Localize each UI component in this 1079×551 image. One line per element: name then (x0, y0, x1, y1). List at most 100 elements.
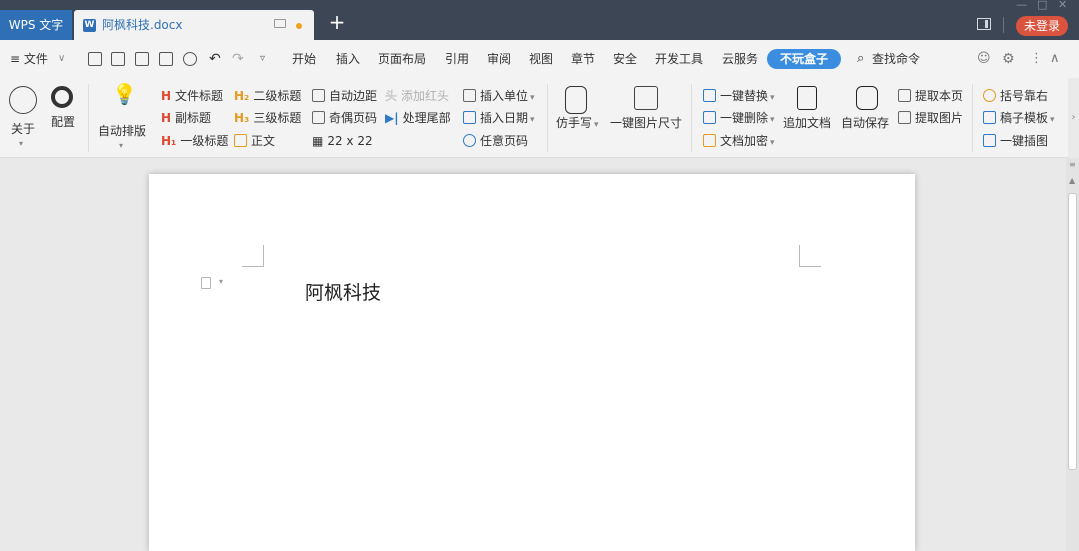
open-folder-icon[interactable] (88, 52, 102, 66)
ribbon-scroll-right-icon[interactable]: › (1068, 78, 1079, 158)
about-logo-icon[interactable] (9, 86, 37, 114)
search-command[interactable]: 查找命令 (872, 40, 920, 78)
quick-access-dropdown-icon[interactable]: ▿ (260, 40, 265, 78)
about-button[interactable]: 关于 (11, 121, 35, 137)
tab-insert[interactable]: 插入 (336, 40, 360, 78)
tab-buwan-hezi[interactable]: 不玩盒子 (767, 49, 841, 69)
add-header-button[interactable]: 头添加红头 (385, 88, 449, 104)
body-text-icon (234, 134, 247, 147)
h3-button[interactable]: H₃ 三级标题 (234, 110, 301, 126)
insert-unit-dropdown-icon: ▾ (530, 93, 535, 103)
bracket-right-button[interactable]: 括号靠右 (983, 88, 1048, 104)
document-body-text[interactable]: 阿枫科技 (305, 278, 381, 305)
vertical-scrollbar[interactable]: ≡ ▲ (1066, 158, 1079, 551)
odd-even-page-button[interactable]: 奇偶页码 (312, 110, 377, 126)
close-icon[interactable]: ✕ (1058, 0, 1067, 11)
tab-page-layout[interactable]: 页面布局 (378, 40, 426, 78)
extract-page-icon (898, 89, 911, 102)
document-tab[interactable]: W 阿枫科技.docx (74, 10, 314, 40)
extract-image-button[interactable]: 提取图片 (898, 110, 963, 126)
handwriting-icon[interactable] (565, 86, 587, 114)
minimize-icon[interactable]: — (1016, 0, 1027, 11)
tab-references[interactable]: 引用 (445, 40, 469, 78)
subtitle-button[interactable]: H 副标题 (161, 110, 211, 126)
handle-footer-button[interactable]: ▶| 处理尾部 (385, 110, 451, 126)
config-icon[interactable] (51, 86, 73, 108)
auto-save-button[interactable]: 自动保存 (841, 115, 889, 131)
doc-title-button[interactable]: H 文件标题 (161, 88, 223, 104)
any-page-num-button[interactable]: 任意页码 (463, 133, 528, 149)
export-pdf-icon[interactable] (135, 52, 149, 66)
auto-save-icon[interactable] (856, 86, 878, 110)
template-icon (983, 111, 996, 124)
imitate-handwriting-label: 仿手写 (556, 116, 593, 130)
more-options-icon[interactable]: ⋮ (1030, 40, 1043, 78)
print-icon[interactable] (159, 52, 173, 66)
tab-developer[interactable]: 开发工具 (655, 40, 703, 78)
app-tab-wps[interactable]: WPS 文字 (0, 10, 72, 40)
auto-margin-label: 自动边距 (329, 89, 378, 103)
tab-chapter[interactable]: 章节 (571, 40, 595, 78)
login-button[interactable]: 未登录 (1016, 16, 1068, 36)
one-click-replace-button[interactable]: 一键替换 ▾ (703, 88, 775, 106)
collapse-ribbon-icon[interactable]: ∧ (1050, 40, 1060, 78)
lock-icon (703, 134, 716, 147)
settings-gear-icon[interactable]: ⚙ (1002, 40, 1015, 78)
tab-review[interactable]: 审阅 (487, 40, 511, 78)
insert-unit-button[interactable]: 插入单位 ▾ (463, 88, 535, 106)
table-size-button[interactable]: ▦ 22 x 22 (312, 133, 373, 149)
file-menu[interactable]: ≡ 文件 (10, 40, 48, 78)
doc-encrypt-button[interactable]: 文档加密 ▾ (703, 133, 775, 151)
redo-icon[interactable]: ↷ (232, 40, 244, 78)
h1-label: 一级标题 (180, 134, 229, 148)
auto-layout-button[interactable]: 自动排版 (98, 123, 146, 139)
tab-security[interactable]: 安全 (613, 40, 637, 78)
table-grid-icon: ▦ (312, 134, 324, 148)
maximize-icon[interactable]: □ (1037, 0, 1047, 11)
config-button[interactable]: 配置 (51, 114, 75, 130)
search-icon[interactable]: ⌕ (857, 40, 864, 78)
save-icon[interactable] (111, 52, 125, 66)
append-doc-icon[interactable] (797, 86, 817, 110)
undo-icon[interactable]: ↶ (209, 40, 221, 78)
lightbulb-icon[interactable]: 💡 (112, 84, 137, 104)
imitate-handwriting-button[interactable]: 仿手写 ▾ (556, 115, 599, 133)
paragraph-dropdown-icon[interactable]: ▾ (219, 277, 223, 286)
body-text-button[interactable]: 正文 (234, 133, 275, 149)
margin-corner-top-right (799, 245, 821, 267)
handle-footer-label: 处理尾部 (402, 111, 451, 125)
scroll-up-icon[interactable]: ▲ (1069, 176, 1075, 185)
h1-button[interactable]: H₁ 一级标题 (161, 133, 228, 149)
layout-toggle-icon[interactable] (977, 18, 991, 30)
title-bar: WPS 文字 W 阿枫科技.docx + — □ ✕ 未登录 (0, 0, 1079, 40)
print-preview-icon[interactable] (183, 52, 197, 66)
feedback-icon[interactable]: ☺ (977, 40, 991, 78)
tab-cloud-service[interactable]: 云服务 (722, 40, 758, 78)
paragraph-handle-icon[interactable] (201, 277, 211, 289)
monitor-icon[interactable] (274, 19, 286, 28)
manuscript-template-button[interactable]: 稿子模板 ▾ (983, 110, 1055, 128)
insert-date-label: 插入日期 (480, 111, 529, 125)
append-doc-button[interactable]: 追加文档 (783, 115, 831, 131)
auto-margin-icon (312, 89, 325, 102)
about-dropdown-icon[interactable]: ▾ (19, 136, 23, 152)
insert-date-button[interactable]: 插入日期 ▾ (463, 110, 535, 128)
one-click-img-size-button[interactable]: 一键图片尺寸 (610, 115, 682, 131)
handle-footer-icon: ▶| (385, 111, 399, 125)
auto-margin-button[interactable]: 自动边距 (312, 88, 377, 104)
one-click-chart-button[interactable]: 一键插图 (983, 133, 1048, 149)
tab-view[interactable]: 视图 (529, 40, 553, 78)
auto-layout-dropdown-icon[interactable]: ▾ (119, 138, 123, 154)
image-size-icon[interactable] (634, 86, 658, 110)
h2-button[interactable]: H₂ 二级标题 (234, 88, 301, 104)
one-click-delete-button[interactable]: 一键删除 ▾ (703, 110, 775, 128)
scrollbar-thumb[interactable] (1068, 193, 1077, 470)
extract-page-button[interactable]: 提取本页 (898, 88, 963, 104)
scroll-split-icon[interactable]: ≡ (1069, 160, 1076, 169)
document-page[interactable]: ▾ 阿枫科技 (149, 174, 915, 551)
file-menu-chevron-icon[interactable]: ∨ (58, 40, 65, 78)
new-tab-button[interactable]: + (328, 12, 346, 34)
extract-page-label: 提取本页 (915, 89, 964, 103)
titlebar-divider (1003, 17, 1004, 33)
tab-start[interactable]: 开始 (292, 40, 316, 78)
